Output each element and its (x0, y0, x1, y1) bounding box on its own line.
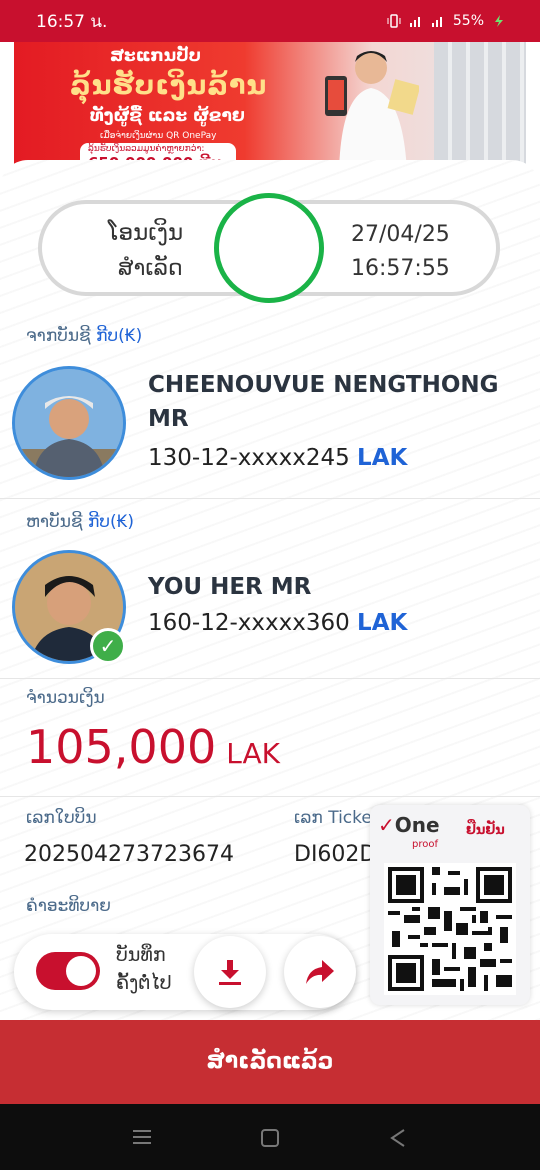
oneproof-logo-sub: proof (412, 839, 438, 850)
status-text-line1: ໂອນເງິນ (108, 220, 184, 246)
banner-building-image (434, 42, 526, 172)
amount-display: 105,000 LAK (26, 720, 280, 774)
toggle-knob (66, 956, 96, 986)
divider (0, 796, 540, 797)
ticket-label: ເລກ Ticke (294, 808, 372, 828)
download-button[interactable] (194, 936, 266, 1008)
status-icons: 55% (387, 13, 506, 29)
share-button[interactable] (284, 936, 356, 1008)
description-label: ຄຳອະທິບາຍ (26, 896, 111, 916)
verified-check-icon: ✓ (90, 628, 126, 664)
to-currency-label: ກີບ(₭) (87, 512, 135, 532)
amount-value: 105,000 (26, 720, 217, 774)
sender-account-number: 130-12-xxxxx245 (148, 445, 350, 471)
status-bar: 16:57 น. 55% (0, 0, 540, 42)
system-navigation-bar (0, 1104, 540, 1170)
receiver-name: YOU HER MR (148, 574, 312, 600)
sender-name: CHEENOUVUE NENGTHONG MR (148, 372, 499, 432)
charging-icon (495, 15, 503, 27)
oneproof-logo: ✓One (378, 813, 440, 837)
sender-avatar (12, 366, 126, 480)
oneproof-logo-text: One (394, 813, 440, 837)
banner-line4: ເມື່ອຈ່າຍເງິນຜ່ານ QR OnePay (100, 131, 217, 141)
banner-line3: ທັງຜູ້ຊື້ ແລະ ຜູ້ຂາຍ (90, 106, 245, 126)
signal-icon (409, 17, 420, 27)
signal-4g-icon (431, 17, 442, 27)
vibrate-icon (387, 14, 401, 28)
sender-account: 130-12-xxxxx245 LAK (148, 445, 407, 471)
divider (0, 678, 540, 679)
battery-level: 55% (452, 13, 484, 29)
download-icon (219, 960, 241, 985)
banner-prize-label: ລຸ້ນຮັບເງິນລວມມູນຄ່າຫຼາຍກວ່າ: (88, 144, 205, 154)
receiver-account-number: 160-12-xxxxx360 (148, 610, 350, 636)
done-button[interactable]: ສຳເລັດແລ້ວ (0, 1020, 540, 1104)
promo-banner[interactable]: ສະແກນປັບ ລຸ້ນຮັບເງິນລ້ານ ທັງຜູ້ຊື້ ແລະ ຜ… (14, 42, 526, 172)
to-account-label: ຫາບັນຊີ ກີບ(₭) (26, 512, 134, 532)
from-label-text: ຈາກບັນຊີ (26, 326, 91, 346)
ticket-value: DI602D (294, 842, 377, 867)
qr-code[interactable] (384, 863, 516, 995)
divider (0, 498, 540, 499)
receiver-account: 160-12-xxxxx360 LAK (148, 610, 407, 636)
from-currency-label: ກີບ(₭) (96, 326, 143, 346)
transfer-date: 27/04/25 (351, 222, 450, 247)
amount-label: ຈຳນວນເງິນ (26, 688, 105, 708)
save-toggle-label-line1: ບັນທຶກ (116, 944, 166, 966)
sender-photo (15, 369, 123, 477)
home-icon[interactable] (260, 1128, 280, 1148)
save-toggle-label-line2: ຄັ້ງຕໍ່ໄປ (116, 972, 172, 994)
transfer-time: 16:57:55 (351, 256, 450, 281)
oneproof-qr-card[interactable]: ✓One proof ຢືນຢັນ (370, 805, 530, 1005)
from-account-label: ຈາກບັນຊີ ກີບ(₭) (26, 326, 142, 346)
sender-currency: LAK (357, 445, 408, 471)
save-next-time-toggle[interactable] (36, 952, 100, 990)
receiver-currency: LAK (357, 610, 408, 636)
back-icon[interactable] (388, 1128, 408, 1148)
banner-line1: ສະແກນປັບ (110, 46, 201, 66)
oneproof-verify-text: ຢືນຢັນ (466, 823, 505, 838)
banner-person-image (325, 51, 419, 172)
bill-number-value: 202504273723674 (24, 842, 234, 867)
recent-apps-icon[interactable] (132, 1128, 152, 1146)
status-time: 16:57 น. (36, 11, 108, 32)
to-label-text: ຫາບັນຊີ (26, 512, 83, 532)
share-arrow-icon (306, 960, 334, 984)
success-circle-icon (214, 193, 324, 303)
banner-headline: ລຸ້ນຮັບເງິນລ້ານ (70, 70, 268, 101)
amount-unit: LAK (226, 737, 280, 770)
bill-number-label: ເລກໃບບິນ (26, 808, 97, 828)
status-text-line2: ສຳເລັດ (118, 256, 183, 281)
